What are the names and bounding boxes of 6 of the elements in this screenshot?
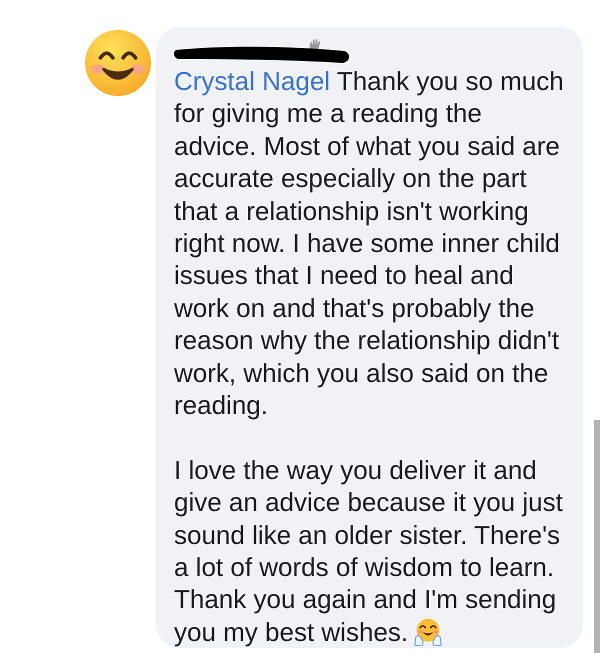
mention-link[interactable]: Crystal Nagel [174, 66, 330, 96]
scrollbar[interactable] [594, 420, 600, 653]
smiley-avatar-icon [85, 30, 151, 96]
comment-text: I love the way you deliver it and give an advice because it you just sound like an older sister. There's a lot of words of wisdom to learn. Thank you again and I'm sending you my best wishes. [174, 454, 564, 648]
hugging-face-icon [414, 618, 442, 646]
comment-text: Crystal Nagel Thank you so much for giving me a reading the advice. Most of what you said are accurate especially on the part that a relationship isn't working right now. I have some inner child issues that I need to heal and work on and that's probably the reason why the relationship didn't work, which you also said on the reading. [174, 65, 565, 422]
